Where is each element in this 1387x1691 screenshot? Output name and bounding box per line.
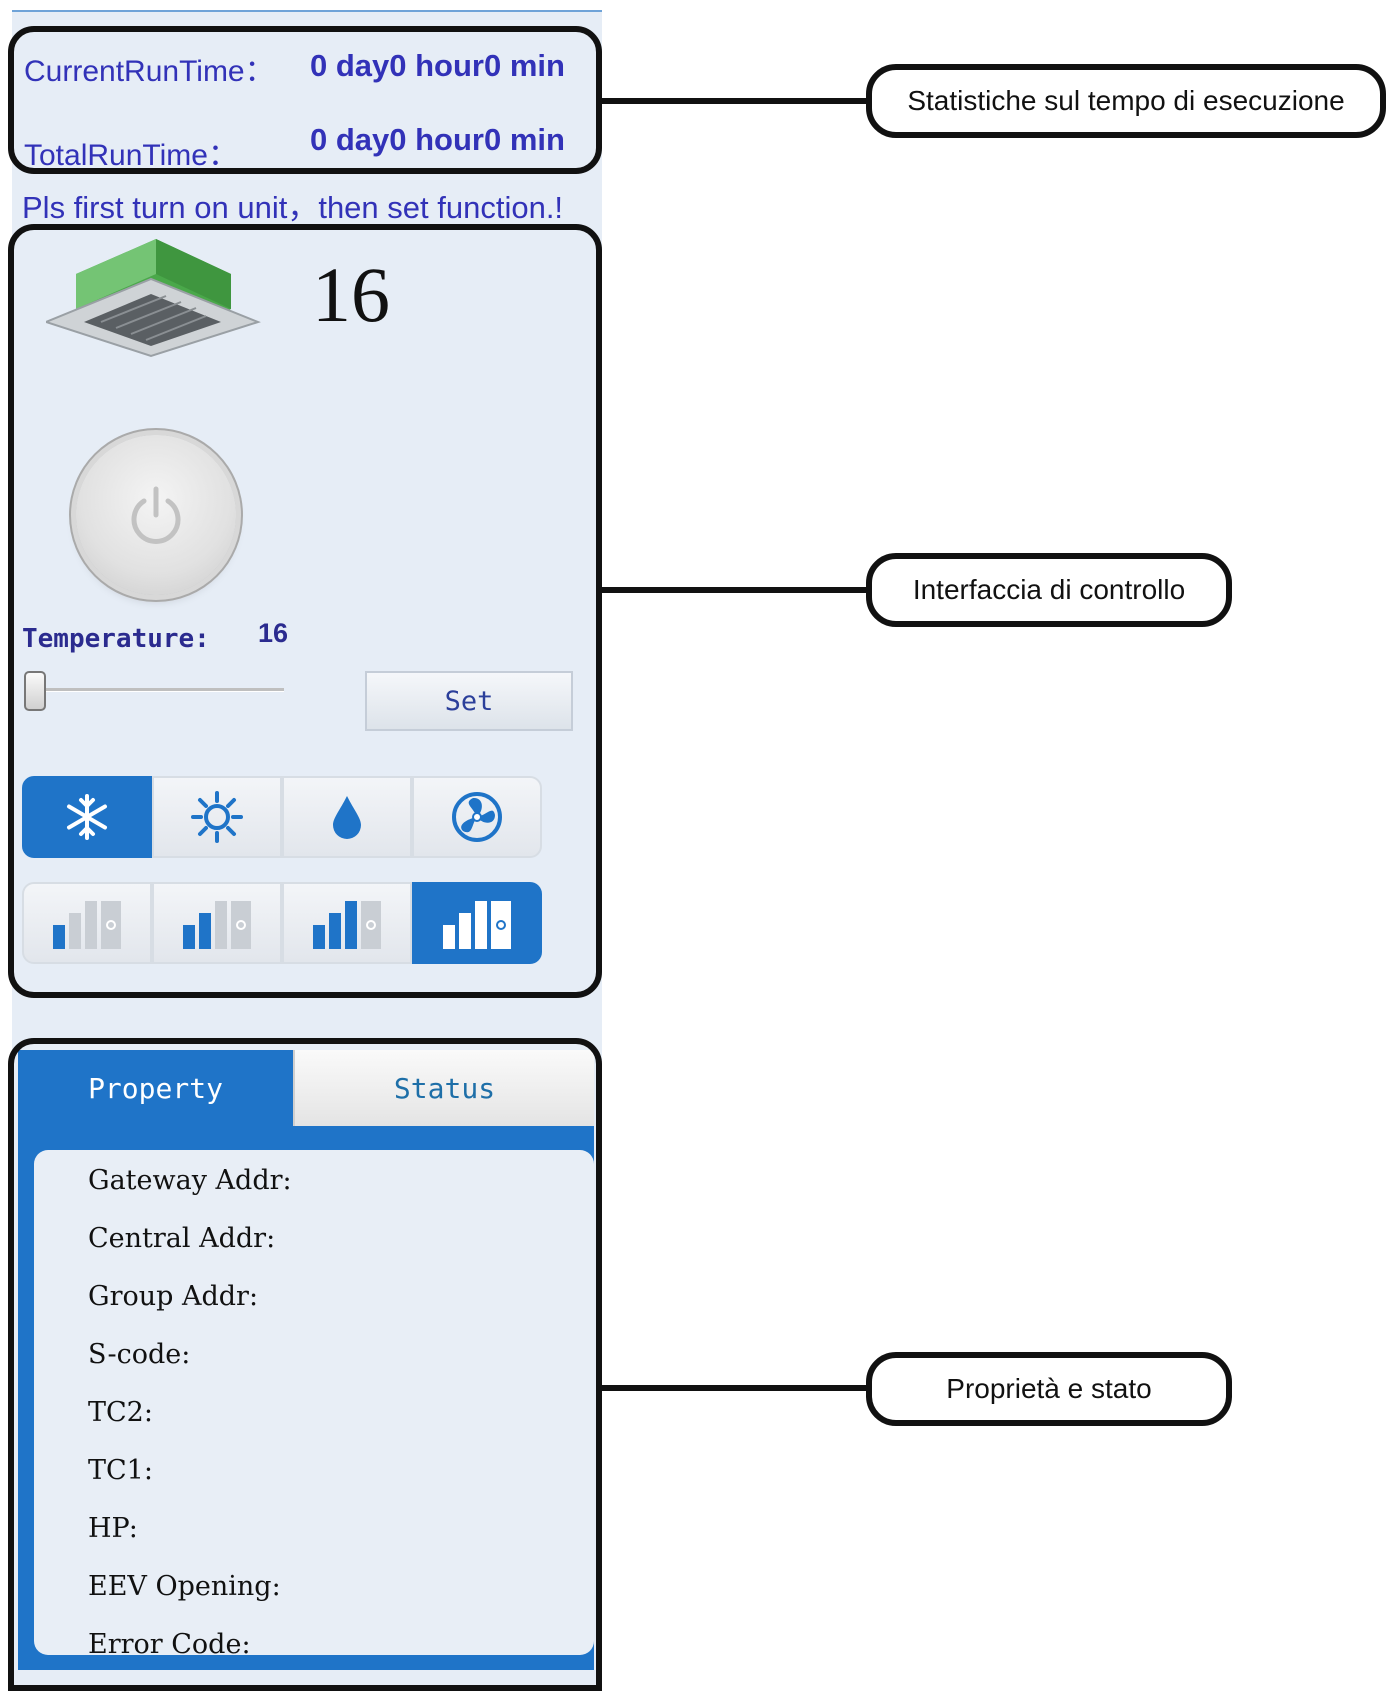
runtime-connector [600,98,870,104]
control-callout: Interfaccia di controllo [866,553,1232,627]
control-frame [8,224,602,998]
property-callout: Proprietà e stato [866,1352,1232,1426]
runtime-callout: Statistiche sul tempo di esecuzione [866,64,1386,138]
property-connector [600,1385,870,1391]
warning-message: Pls first turn on unit，then set function… [22,190,564,225]
runtime-frame [8,26,602,174]
control-connector [600,587,870,593]
property-frame [8,1038,602,1691]
